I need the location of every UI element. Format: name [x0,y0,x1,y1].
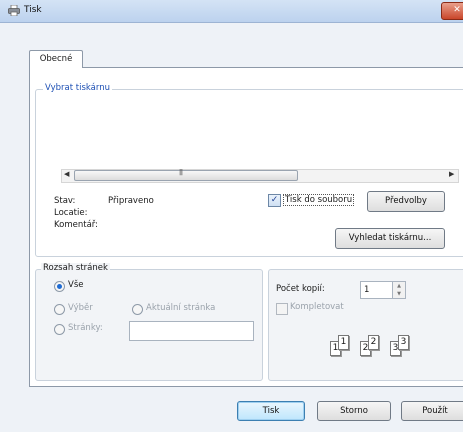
cancel-button[interactable]: Storno [317,401,391,421]
radio-current-page-label[interactable]: Aktuální stránka [146,303,215,313]
comment-label: Komentář: [54,220,98,230]
collate-preview: 1 1 2 2 3 3 [330,333,440,357]
page-icon: 2 [368,335,379,350]
collate-checkbox[interactable] [276,303,288,315]
print-button[interactable]: Tisk [237,401,305,421]
printer-select-legend: Vybrat tiskárnu [43,83,112,93]
spin-up-icon[interactable]: ▲ [393,282,405,290]
scrollbar-thumb[interactable] [74,170,298,181]
page-icon: 1 [338,335,349,350]
scroll-grip-icon: ||| [179,169,183,176]
copies-label: Počet kopií: [276,284,325,294]
location-label: Locatie: [54,208,88,218]
copies-stepper[interactable]: ▲ ▼ [392,281,406,299]
apply-button[interactable]: Použít [401,401,463,421]
page-icon: 3 [398,335,409,350]
collate-label[interactable]: Kompletovat [290,302,344,312]
tab-general[interactable]: Obecné [29,50,83,68]
scroll-right-icon[interactable]: ▶ [449,170,454,178]
radio-selection[interactable] [54,304,65,315]
preferences-button[interactable]: Předvolby [367,191,445,212]
status-label: Stav: [54,196,76,206]
window-title: Tisk [24,5,42,15]
print-to-file-checkbox[interactable]: ✓ [268,194,281,207]
page-range-legend: Rozsah stránek [41,263,110,273]
close-icon: ✕ [453,5,461,15]
radio-current-page[interactable] [132,304,143,315]
radio-selection-label[interactable]: Výběr [68,303,93,313]
spin-down-icon[interactable]: ▼ [393,290,405,298]
radio-pages-label[interactable]: Stránky: [68,323,103,333]
radio-all-label[interactable]: Vše [68,280,83,290]
close-button[interactable]: ✕ [441,2,463,20]
checkmark-icon: ✓ [270,195,279,205]
radio-pages[interactable] [54,324,65,335]
copies-input[interactable]: 1 [360,281,395,299]
radio-all[interactable] [54,281,65,292]
find-printer-button[interactable]: Vyhledat tiskárnu... [335,228,445,249]
pages-input[interactable] [129,321,254,341]
status-value: Připraveno [108,196,154,206]
print-to-file-label[interactable]: Tisk do souboru [283,194,355,206]
printer-icon [8,4,20,17]
scroll-left-icon[interactable]: ◀ [64,170,69,178]
title-bar [0,0,463,23]
